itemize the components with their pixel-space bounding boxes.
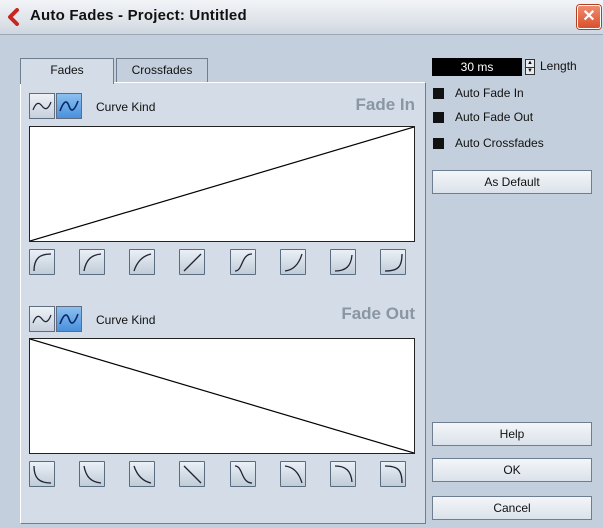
close-button[interactable]: ✕ <box>577 5 601 29</box>
fade-in-curve-8-icon <box>384 253 403 272</box>
fade-in-preset-2[interactable] <box>79 249 105 275</box>
window-title: Auto Fades - Project: Untitled <box>30 7 247 24</box>
fade-in-linear-icon <box>183 253 202 272</box>
fade-out-curve-8-icon <box>384 465 403 484</box>
fade-in-preset-8[interactable] <box>380 249 406 275</box>
fade-out-curve-6-icon <box>284 465 303 484</box>
fade-out-preset-1[interactable] <box>29 461 55 487</box>
fade-out-curve-1-icon <box>33 465 52 484</box>
linear-curve-icon <box>32 314 52 324</box>
fade-in-s-curve-icon <box>234 253 253 272</box>
fade-out-s-curve-icon <box>234 465 253 484</box>
linear-curve-icon <box>32 101 52 111</box>
spline-curve-icon <box>59 313 79 325</box>
close-icon: ✕ <box>582 8 596 25</box>
curve-kind-spline-button-out[interactable] <box>56 306 82 332</box>
fade-out-curve-kind-label: Curve Kind <box>96 313 156 327</box>
curve-kind-linear-button-out[interactable] <box>29 306 55 332</box>
fade-out-preset-3[interactable] <box>129 461 155 487</box>
auto-crossfades-checkbox[interactable] <box>433 138 444 149</box>
fade-out-preset-5[interactable] <box>230 461 256 487</box>
fade-out-preset-6[interactable] <box>280 461 306 487</box>
fade-in-preset-6[interactable] <box>280 249 306 275</box>
fade-out-preset-2[interactable] <box>79 461 105 487</box>
fade-in-preset-7[interactable] <box>330 249 356 275</box>
fade-out-preset-7[interactable] <box>330 461 356 487</box>
fade-in-title: Fade In <box>355 95 415 114</box>
fade-out-curve-2-icon <box>83 465 102 484</box>
fade-in-curve-kind-label: Curve Kind <box>96 100 156 114</box>
auto-fades-dialog: Auto Fades - Project: Untitled ✕ Fades C… <box>0 0 603 528</box>
fade-in-curve-1-icon <box>33 253 52 272</box>
fade-out-preset-8[interactable] <box>380 461 406 487</box>
spline-curve-icon <box>59 100 79 112</box>
tab-fades[interactable]: Fades <box>20 58 114 84</box>
auto-fade-out-checkbox[interactable] <box>433 112 444 123</box>
auto-crossfades-label: Auto Crossfades <box>455 136 544 150</box>
fade-in-preset-5[interactable] <box>230 249 256 275</box>
fade-in-curve-2-icon <box>83 253 102 272</box>
fades-panel: Curve Kind Fade In Curve Kind Fade Out <box>20 82 426 524</box>
curve-kind-spline-button[interactable] <box>56 93 82 119</box>
fade-in-curve-3-icon <box>133 253 152 272</box>
fade-out-preset-4[interactable] <box>179 461 205 487</box>
curve-kind-linear-button[interactable] <box>29 93 55 119</box>
title-bar: Auto Fades - Project: Untitled ✕ <box>0 0 603 35</box>
auto-fade-out-label: Auto Fade Out <box>455 110 534 124</box>
fade-in-preset-4[interactable] <box>179 249 205 275</box>
fade-in-curve-display[interactable] <box>29 126 415 242</box>
length-spinner[interactable]: ▲ ▼ <box>525 59 535 75</box>
as-default-button[interactable]: As Default <box>432 170 592 194</box>
help-button[interactable]: Help <box>432 422 592 446</box>
cubase-logo-icon <box>8 8 19 26</box>
cancel-button[interactable]: Cancel <box>432 496 592 520</box>
spinner-down-icon[interactable]: ▼ <box>526 67 534 75</box>
length-value-field[interactable]: 30 ms <box>432 58 522 76</box>
fade-in-curve-7-icon <box>334 254 353 272</box>
tab-crossfades[interactable]: Crossfades <box>116 58 208 83</box>
fade-in-preset-1[interactable] <box>29 249 55 275</box>
fade-out-curve-3-icon <box>133 465 152 484</box>
spinner-up-icon[interactable]: ▲ <box>526 60 534 67</box>
fade-in-curve-6-icon <box>284 253 303 272</box>
fade-out-title: Fade Out <box>341 304 415 323</box>
length-label: Length <box>540 59 577 73</box>
fade-out-curve-display[interactable] <box>29 338 415 454</box>
fade-out-linear-icon <box>183 465 202 484</box>
fade-out-curve-7-icon <box>334 465 353 483</box>
ok-button[interactable]: OK <box>432 458 592 482</box>
auto-fade-in-checkbox[interactable] <box>433 88 444 99</box>
fade-in-preset-3[interactable] <box>129 249 155 275</box>
auto-fade-in-label: Auto Fade In <box>455 86 524 100</box>
